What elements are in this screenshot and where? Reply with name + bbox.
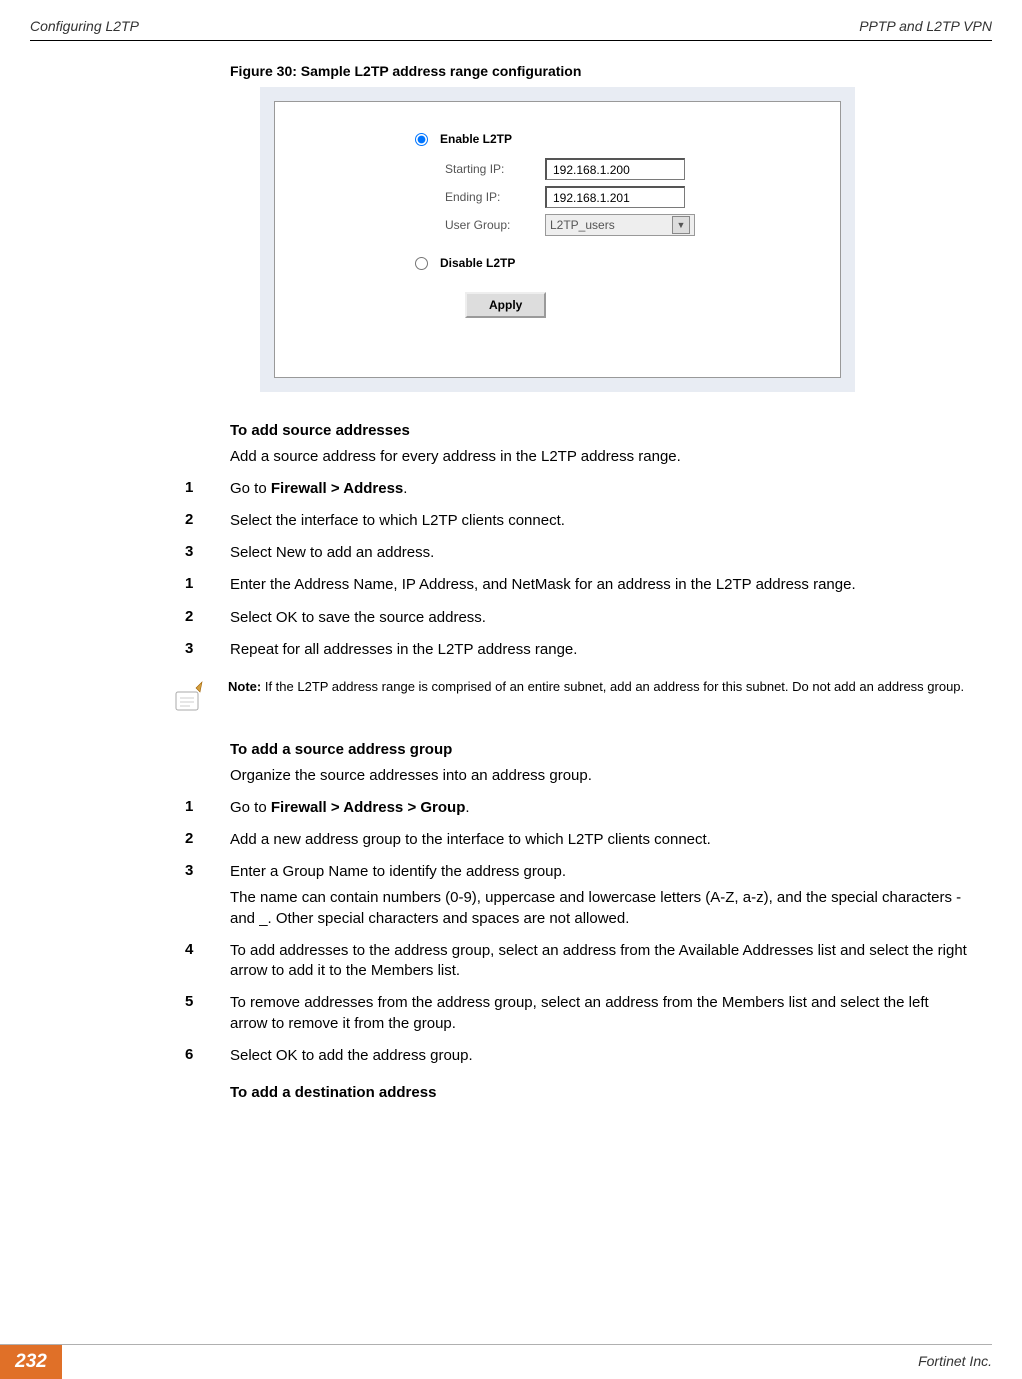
step-text: Repeat for all addresses in the L2TP add… <box>230 640 577 660</box>
note-text: Note: If the L2TP address range is compr… <box>228 678 964 696</box>
step-text: Select New to add an address. <box>230 543 434 563</box>
step-text: Select OK to save the source address. <box>230 608 486 628</box>
enable-l2tp-row[interactable]: Enable L2TP <box>415 132 800 146</box>
section-heading-add-source: To add source addresses <box>230 422 992 439</box>
step-number: 3 <box>30 543 230 563</box>
disable-l2tp-row[interactable]: Disable L2TP <box>415 256 800 270</box>
page-header: Configuring L2TP PPTP and L2TP VPN <box>0 0 1022 40</box>
enable-l2tp-radio[interactable] <box>415 133 428 146</box>
enable-l2tp-label: Enable L2TP <box>440 132 512 146</box>
step-number: 3 <box>30 862 230 929</box>
step-text: Enter the Address Name, IP Address, and … <box>230 575 856 595</box>
section1-intro: Add a source address for every address i… <box>230 447 970 467</box>
step-text: Go to Firewall > Address. <box>230 479 407 499</box>
step-text: To remove addresses from the address gro… <box>230 993 970 1034</box>
note-block: Note: If the L2TP address range is compr… <box>170 678 990 723</box>
step-text: Select the interface to which L2TP clien… <box>230 511 565 531</box>
step-text: To add addresses to the address group, s… <box>230 941 970 982</box>
step-text: Select OK to add the address group. <box>230 1046 473 1066</box>
disable-l2tp-radio[interactable] <box>415 257 428 270</box>
ending-ip-label: Ending IP: <box>445 190 545 204</box>
user-group-select[interactable]: L2TP_users ▼ <box>545 214 695 236</box>
section-heading-destination: To add a destination address <box>230 1084 992 1101</box>
header-right: PPTP and L2TP VPN <box>859 18 992 34</box>
ending-ip-input[interactable] <box>545 186 685 208</box>
footer-right: Fortinet Inc. <box>62 1345 1022 1379</box>
step-number: 3 <box>30 640 230 660</box>
starting-ip-input[interactable] <box>545 158 685 180</box>
l2tp-config-panel: Enable L2TP Starting IP: Ending IP: User… <box>274 101 841 378</box>
step-number: 1 <box>30 798 230 818</box>
step-number: 2 <box>30 511 230 531</box>
disable-l2tp-label: Disable L2TP <box>440 256 515 270</box>
page-number: 232 <box>0 1345 62 1379</box>
figure-screenshot: Enable L2TP Starting IP: Ending IP: User… <box>260 87 855 392</box>
section2-intro: Organize the source addresses into an ad… <box>230 766 970 786</box>
step-text: Go to Firewall > Address > Group. <box>230 798 470 818</box>
header-left: Configuring L2TP <box>30 18 139 34</box>
step-subtext: The name can contain numbers (0-9), uppe… <box>230 888 970 929</box>
step-number: 1 <box>30 479 230 499</box>
figure-caption: Figure 30: Sample L2TP address range con… <box>230 63 992 79</box>
page-footer: 232 Fortinet Inc. <box>0 1344 1022 1379</box>
step-number: 6 <box>30 1046 230 1066</box>
step-number: 5 <box>30 993 230 1034</box>
apply-button[interactable]: Apply <box>465 292 546 318</box>
chevron-down-icon[interactable]: ▼ <box>672 216 690 234</box>
step-number: 4 <box>30 941 230 982</box>
section-heading-source-group: To add a source address group <box>230 741 992 758</box>
step-number: 2 <box>30 830 230 850</box>
user-group-label: User Group: <box>445 218 545 232</box>
user-group-value: L2TP_users <box>550 218 615 232</box>
step-number: 2 <box>30 608 230 628</box>
note-icon <box>170 678 220 723</box>
step-number: 1 <box>30 575 230 595</box>
step-text: Enter a Group Name to identify the addre… <box>230 862 970 929</box>
step-text: Add a new address group to the interface… <box>230 830 711 850</box>
starting-ip-label: Starting IP: <box>445 162 545 176</box>
